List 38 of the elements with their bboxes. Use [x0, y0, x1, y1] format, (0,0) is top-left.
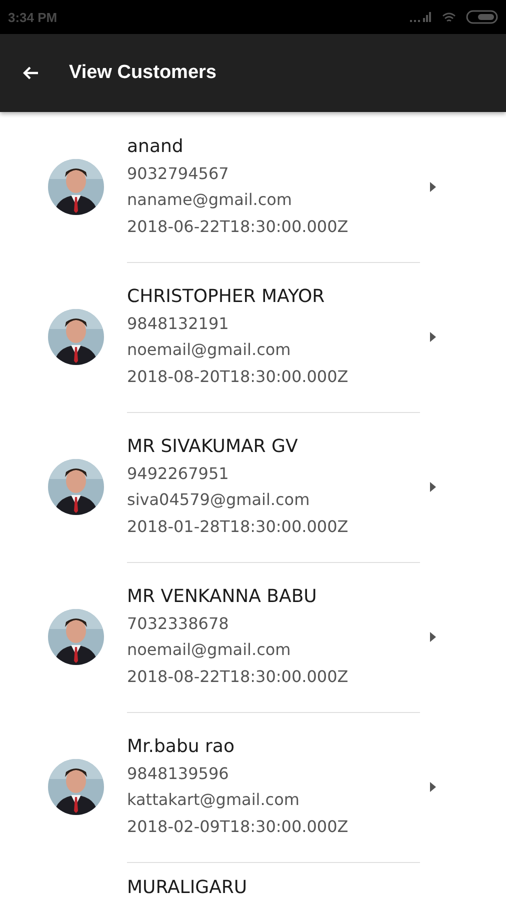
- status-time: 3:34 PM: [8, 10, 58, 24]
- customer-phone: 7032338678: [127, 612, 230, 635]
- signal-icon: [410, 12, 432, 22]
- customer-email: noemail@gmail.com: [127, 639, 292, 662]
- customer-date: 2018-06-22T18:30:00.000Z: [127, 216, 350, 238]
- customer-row[interactable]: Mr.babu rao 9848139596 kattakart@gmail.com 2018-02-09T18:30:00.000Z: [0, 712, 506, 862]
- customer-name: MR VENKANNA BABU: [127, 584, 318, 609]
- customer-date: 2018-08-22T18:30:00.000Z: [127, 666, 350, 688]
- chevron-right-icon: [430, 632, 436, 642]
- chevron-right-icon: [430, 782, 436, 792]
- customer-phone: 9492267951: [127, 462, 230, 485]
- customer-email: kattakart@gmail.com: [127, 789, 300, 812]
- customer-row[interactable]: CHRISTOPHER MAYOR 9848132191 noemail@gmail.com 2018-08-20T18:30:00.000Z: [0, 262, 506, 412]
- chevron-right-icon: [430, 182, 436, 192]
- customer-row[interactable]: anand 9032794567 naname@gmail.com 2018-06-22T18:30:00.000Z: [0, 112, 506, 262]
- customer-date: 2018-08-20T18:30:00.000Z: [127, 366, 350, 388]
- customer-phone: 9032794567: [127, 162, 230, 185]
- customer-name: MURALIGARU: [127, 876, 248, 900]
- customer-phone: 9848132191: [127, 312, 230, 335]
- customer-row[interactable]: MR SIVAKUMAR GV 9492267951 siva04579@gmail.com 2018-01-28T18:30:00.000Z: [0, 412, 506, 562]
- customer-email: siva04579@gmail.com: [127, 489, 311, 512]
- screen-title: View Customers: [69, 62, 216, 84]
- customer-date: 2018-01-28T18:30:00.000Z: [127, 516, 350, 538]
- customer-row[interactable]: MURALIGARU: [0, 862, 506, 900]
- customer-date: 2018-02-09T18:30:00.000Z: [127, 816, 350, 838]
- customer-name: anand: [127, 134, 184, 159]
- battery-icon: [466, 10, 498, 24]
- customer-phone: 9848139596: [127, 762, 230, 785]
- wifi-icon: [442, 12, 456, 22]
- back-arrow-icon[interactable]: [23, 66, 39, 80]
- customer-email: noemail@gmail.com: [127, 339, 292, 362]
- chevron-right-icon: [430, 332, 436, 342]
- customer-name: Mr.babu rao: [127, 734, 236, 759]
- customer-email: naname@gmail.com: [127, 189, 294, 212]
- customer-name: MR SIVAKUMAR GV: [127, 434, 299, 459]
- customer-row[interactable]: MR VENKANNA BABU 7032338678 noemail@gmail.com 2018-08-22T18:30:00.000Z: [0, 562, 506, 712]
- customer-name: CHRISTOPHER MAYOR: [127, 284, 326, 309]
- chevron-right-icon: [430, 482, 436, 492]
